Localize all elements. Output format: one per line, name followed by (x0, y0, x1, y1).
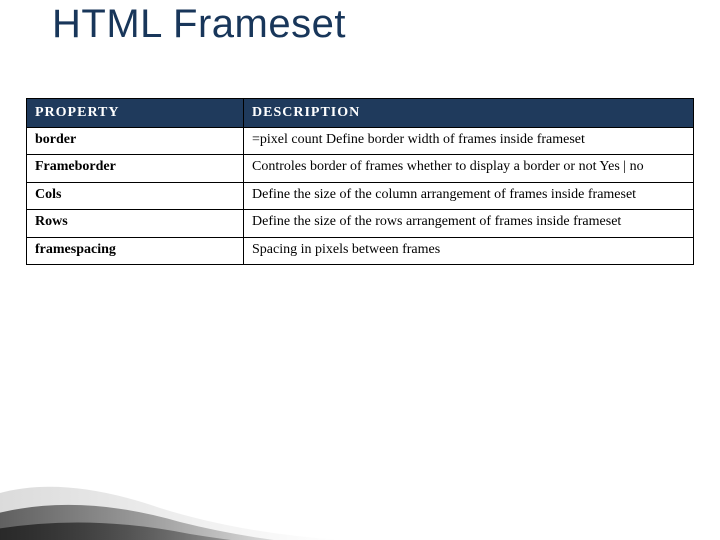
property-table: PROPERTY DESCRIPTION border =pixel count… (26, 98, 694, 265)
table-row: framespacing Spacing in pixels between f… (27, 237, 694, 265)
decorative-swoosh (0, 430, 340, 540)
cell-property: Rows (27, 210, 244, 238)
table-row: Frameborder Controles border of frames w… (27, 155, 694, 183)
table-row: border =pixel count Define border width … (27, 127, 694, 155)
table-row: Cols Define the size of the column arran… (27, 182, 694, 210)
slide: HTML Frameset PROPERTY DESCRIPTION borde… (0, 0, 720, 540)
page-title: HTML Frameset (52, 2, 346, 47)
header-description: DESCRIPTION (244, 99, 694, 128)
cell-description: =pixel count Define border width of fram… (244, 127, 694, 155)
cell-property: framespacing (27, 237, 244, 265)
cell-description: Controles border of frames whether to di… (244, 155, 694, 183)
cell-description: Spacing in pixels between frames (244, 237, 694, 265)
table-row: Rows Define the size of the rows arrange… (27, 210, 694, 238)
cell-description: Define the size of the rows arrangement … (244, 210, 694, 238)
cell-property: Frameborder (27, 155, 244, 183)
cell-property: Cols (27, 182, 244, 210)
header-property: PROPERTY (27, 99, 244, 128)
cell-description: Define the size of the column arrangemen… (244, 182, 694, 210)
table-header-row: PROPERTY DESCRIPTION (27, 99, 694, 128)
cell-property: border (27, 127, 244, 155)
